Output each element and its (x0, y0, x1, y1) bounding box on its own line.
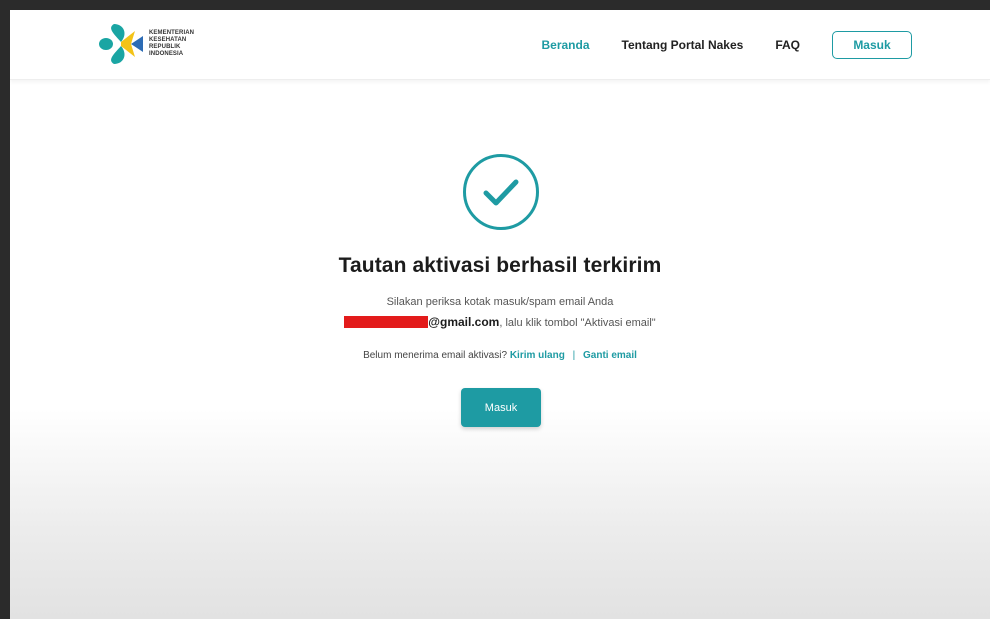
link-separator: | (572, 350, 576, 361)
page-title: Tautan aktivasi berhasil terkirim (338, 254, 662, 277)
instruction-line-2: @gmail.com, lalu klik tombol "Aktivasi e… (10, 312, 990, 333)
logo-line: KESEHATAN (149, 37, 187, 43)
login-button[interactable]: Masuk (461, 388, 541, 427)
kemenkes-logo-icon (99, 24, 143, 64)
change-email-link[interactable]: Ganti email (583, 350, 637, 361)
site-header: KEMENTERIAN KESEHATAN REPUBLIK INDONESIA… (10, 10, 990, 80)
nav-faq[interactable]: FAQ (775, 38, 800, 52)
logo-text: KEMENTERIAN KESEHATAN REPUBLIK INDONESIA (149, 30, 194, 58)
main-nav: Beranda Tentang Portal Nakes FAQ Masuk (541, 31, 912, 59)
instruction-text: Silakan periksa kotak masuk/spam email A… (10, 292, 990, 333)
email-address: @gmail.com (428, 315, 500, 329)
header-login-button[interactable]: Masuk (832, 31, 912, 59)
logo-line: KEMENTERIAN (149, 30, 195, 36)
instruction-line-2-rest: , lalu klik tombol "Aktivasi email" (499, 317, 656, 329)
redacted-email-block (344, 316, 429, 328)
nav-tentang-portal-nakes[interactable]: Tentang Portal Nakes (622, 38, 744, 52)
logo-line: INDONESIA (149, 51, 184, 57)
browser-viewport: KEMENTERIAN KESEHATAN REPUBLIK INDONESIA… (10, 10, 990, 619)
instruction-line-1: Silakan periksa kotak masuk/spam email A… (386, 296, 614, 308)
resend-row: Belum menerima email aktivasi? Kirim ula… (10, 350, 990, 361)
nav-beranda[interactable]: Beranda (541, 38, 589, 52)
kemenkes-logo[interactable]: KEMENTERIAN KESEHATAN REPUBLIK INDONESIA (98, 21, 194, 67)
resend-prompt: Belum menerima email aktivasi? (363, 350, 508, 361)
check-circle-icon (463, 154, 539, 230)
logo-line: REPUBLIK (149, 44, 181, 50)
resend-link[interactable]: Kirim ulang (510, 350, 565, 361)
